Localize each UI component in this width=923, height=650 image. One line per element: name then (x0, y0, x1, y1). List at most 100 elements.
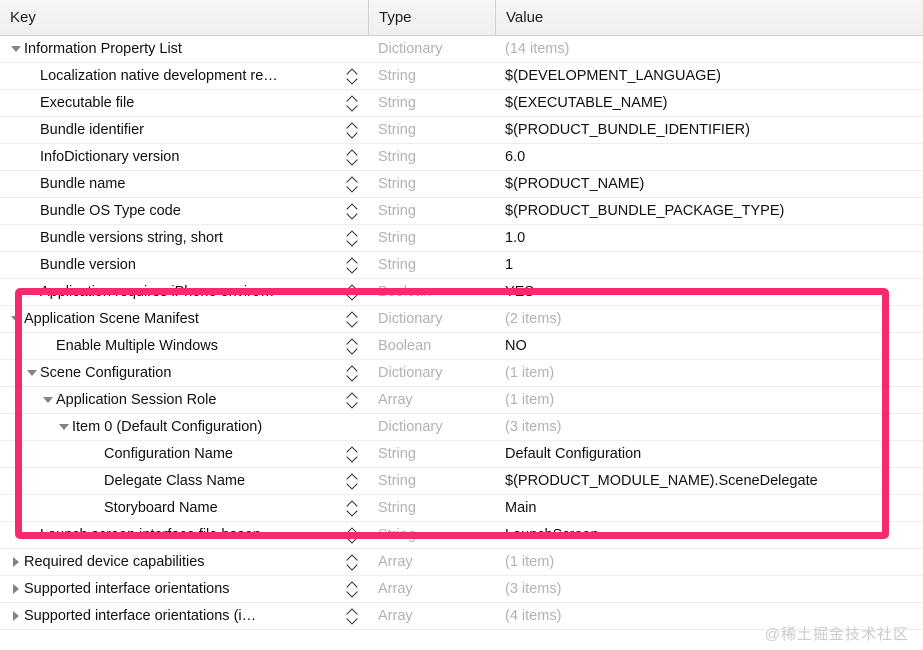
cell-type[interactable]: String (368, 468, 495, 495)
cell-type[interactable]: String (368, 522, 495, 549)
cell-value[interactable]: Main (495, 495, 923, 522)
cell-key[interactable]: Localization native development re… (0, 63, 368, 90)
stepper-icon[interactable] (342, 468, 362, 495)
cell-key[interactable]: Bundle name (0, 171, 368, 198)
cell-value[interactable]: 1.0 (495, 225, 923, 252)
disclosure-triangle-closed-icon[interactable] (8, 576, 24, 603)
cell-type[interactable]: Dictionary (368, 306, 495, 333)
cell-type[interactable]: String (368, 252, 495, 279)
cell-type[interactable]: Dictionary (368, 360, 495, 387)
stepper-icon[interactable] (342, 144, 362, 171)
table-row[interactable]: InfoDictionary version String 6.0 (0, 144, 923, 171)
table-row[interactable]: Bundle version String 1 (0, 252, 923, 279)
cell-key[interactable]: Bundle versions string, short (0, 225, 368, 252)
cell-key[interactable]: Delegate Class Name (0, 468, 368, 495)
table-row[interactable]: Bundle name String $(PRODUCT_NAME) (0, 171, 923, 198)
stepper-icon[interactable] (342, 603, 362, 630)
cell-key[interactable]: Bundle identifier (0, 117, 368, 144)
table-row[interactable]: Launch screen interface file basen… Strin… (0, 522, 923, 549)
cell-type[interactable]: Dictionary (368, 36, 495, 63)
table-row[interactable]: Executable file String $(EXECUTABLE_NAME) (0, 90, 923, 117)
table-row[interactable]: Application Scene Manifest Dictionary (2 i… (0, 306, 923, 333)
stepper-icon[interactable] (342, 441, 362, 468)
cell-key[interactable]: Launch screen interface file basen… (0, 522, 368, 549)
cell-type[interactable]: String (368, 117, 495, 144)
cell-type[interactable]: Dictionary (368, 414, 495, 441)
stepper-icon[interactable] (342, 225, 362, 252)
disclosure-triangle-closed-icon[interactable] (8, 603, 24, 630)
cell-value[interactable]: YES (495, 279, 923, 306)
cell-value[interactable]: LaunchScreen (495, 522, 923, 549)
stepper-icon[interactable] (342, 279, 362, 306)
table-row[interactable]: Localization native development re… Strin… (0, 63, 923, 90)
stepper-icon[interactable] (342, 387, 362, 414)
stepper-icon[interactable] (342, 171, 362, 198)
table-row[interactable]: Delegate Class Name String $(PRODUCT_MODUL… (0, 468, 923, 495)
disclosure-triangle-open-icon[interactable] (56, 414, 72, 441)
cell-type[interactable]: String (368, 171, 495, 198)
table-row[interactable]: Item 0 (Default Configuration) Dictionary… (0, 414, 923, 441)
cell-type[interactable]: Array (368, 549, 495, 576)
cell-value[interactable]: Default Configuration (495, 441, 923, 468)
table-row[interactable]: Scene Configuration Dictionary (1 item) (0, 360, 923, 387)
cell-key[interactable]: Executable file (0, 90, 368, 117)
stepper-icon[interactable] (342, 63, 362, 90)
stepper-icon[interactable] (342, 549, 362, 576)
table-row[interactable]: Application Session Role Array (1 item) (0, 387, 923, 414)
cell-value[interactable]: (2 items) (495, 306, 923, 333)
cell-value[interactable]: $(EXECUTABLE_NAME) (495, 90, 923, 117)
cell-key[interactable]: InfoDictionary version (0, 144, 368, 171)
cell-key[interactable]: Configuration Name (0, 441, 368, 468)
column-header-value[interactable]: Value (495, 0, 923, 36)
cell-type[interactable]: String (368, 495, 495, 522)
cell-key[interactable]: Storyboard Name (0, 495, 368, 522)
cell-type[interactable]: Array (368, 576, 495, 603)
column-header-type[interactable]: Type (368, 0, 495, 36)
table-row[interactable]: Bundle OS Type code String $(PRODUCT_BUNDL… (0, 198, 923, 225)
cell-key[interactable]: Application Session Role (0, 387, 368, 414)
cell-value[interactable]: NO (495, 333, 923, 360)
cell-value[interactable]: (3 items) (495, 576, 923, 603)
stepper-icon[interactable] (342, 495, 362, 522)
column-header-key[interactable]: Key (0, 0, 368, 36)
cell-type[interactable]: Array (368, 387, 495, 414)
disclosure-triangle-closed-icon[interactable] (8, 549, 24, 576)
cell-type[interactable]: Boolean (368, 333, 495, 360)
cell-key[interactable]: Application Scene Manifest (0, 306, 368, 333)
stepper-icon[interactable] (342, 333, 362, 360)
table-row[interactable]: Enable Multiple Windows Boolean NO (0, 333, 923, 360)
cell-key[interactable]: Supported interface orientations (i… (0, 603, 368, 630)
cell-type[interactable]: String (368, 63, 495, 90)
stepper-icon[interactable] (342, 252, 362, 279)
disclosure-triangle-open-icon[interactable] (8, 306, 24, 333)
stepper-icon[interactable] (342, 90, 362, 117)
cell-key[interactable]: Required device capabilities (0, 549, 368, 576)
cell-key[interactable]: Bundle OS Type code (0, 198, 368, 225)
stepper-icon[interactable] (342, 522, 362, 549)
cell-key[interactable]: Application requires iPhone enviro… (0, 279, 368, 306)
disclosure-triangle-open-icon[interactable] (40, 387, 56, 414)
cell-value[interactable]: (1 item) (495, 549, 923, 576)
cell-value[interactable]: $(PRODUCT_MODULE_NAME).SceneDelegate (495, 468, 923, 495)
table-row[interactable]: Supported interface orientations Array (3 … (0, 576, 923, 603)
cell-value[interactable]: 1 (495, 252, 923, 279)
table-row[interactable]: Bundle identifier String $(PRODUCT_BUNDLE_… (0, 117, 923, 144)
cell-type[interactable]: String (368, 90, 495, 117)
cell-type[interactable]: String (368, 144, 495, 171)
table-row[interactable]: Required device capabilities Array (1 item… (0, 549, 923, 576)
stepper-icon[interactable] (342, 306, 362, 333)
stepper-icon[interactable] (342, 360, 362, 387)
table-row[interactable]: Bundle versions string, short String 1.0 (0, 225, 923, 252)
cell-key[interactable]: Bundle version (0, 252, 368, 279)
cell-key[interactable]: Scene Configuration (0, 360, 368, 387)
table-row[interactable]: Information Property List Dictionary (14 i… (0, 36, 923, 63)
cell-value[interactable]: $(PRODUCT_BUNDLE_PACKAGE_TYPE) (495, 198, 923, 225)
stepper-icon[interactable] (342, 117, 362, 144)
cell-key[interactable]: Information Property List (0, 36, 368, 63)
cell-value[interactable]: $(PRODUCT_NAME) (495, 171, 923, 198)
cell-key[interactable]: Enable Multiple Windows (0, 333, 368, 360)
cell-key[interactable]: Supported interface orientations (0, 576, 368, 603)
cell-value[interactable]: (3 items) (495, 414, 923, 441)
cell-key[interactable]: Item 0 (Default Configuration) (0, 414, 368, 441)
cell-value[interactable]: (14 items) (495, 36, 923, 63)
